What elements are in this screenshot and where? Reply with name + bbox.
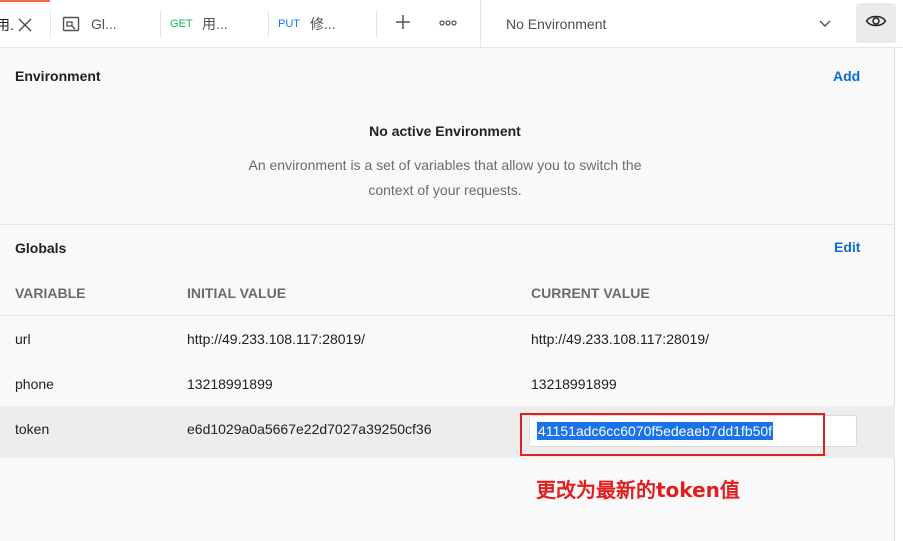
environment-icon [62,15,80,33]
tab-put-request[interactable]: PUT 修... [268,0,376,47]
environment-section-title: Environment [15,68,101,84]
method-badge-get: GET [170,17,193,30]
close-icon[interactable] [16,16,34,34]
tab-label: 用. [0,16,14,33]
globals-section-title: Globals [15,240,67,256]
current-value[interactable]: 13218991899 [531,376,617,392]
variable-name: token [15,421,50,437]
variable-name: url [15,331,31,347]
table-row: url http://49.233.108.117:28019/ http://… [0,316,895,361]
edit-globals-button[interactable]: Edit [834,239,860,255]
tab-label: 修... [310,15,336,32]
initial-value: 13218991899 [187,376,273,392]
chevron-down-icon [818,16,832,30]
empty-state-heading: No active Environment [369,123,521,139]
column-header-variable: VARIABLE [15,285,86,301]
new-tab-button[interactable] [388,11,418,37]
section-divider [0,224,895,225]
tab-globals[interactable]: Gl... [50,0,160,47]
column-header-initial-value: INITIAL VALUE [187,285,287,301]
plus-icon [394,13,412,36]
more-tabs-button[interactable] [433,11,463,37]
more-icon [438,15,458,33]
tab-label: 用... [202,15,228,32]
table-row: phone 13218991899 13218991899 [0,361,895,406]
empty-state-line: An environment is a set of variables tha… [248,157,642,173]
empty-state-description: An environment is a set of variables tha… [215,153,675,203]
initial-value: e6d1029a0a5667e22d7027a39250cf36 [187,421,432,437]
annotation-note: 更改为最新的token值 [536,478,740,502]
add-environment-button[interactable]: Add [833,68,860,84]
empty-state-line: context of your requests. [368,182,522,198]
tab-label: Gl... [91,15,117,32]
current-value[interactable]: http://49.233.108.117:28019/ [531,331,709,347]
tab-active-request[interactable]: 用. [0,0,50,47]
environment-quick-look-button[interactable] [856,3,896,43]
eye-icon [865,13,887,34]
initial-value: http://49.233.108.117:28019/ [187,331,366,347]
tab-bar: 用. Gl... GET 用... PUT 修... No Environmen… [0,0,903,48]
environment-selector-value: No Environment [506,15,607,32]
variable-name: phone [15,376,54,392]
annotation-highlight-box [520,413,825,456]
column-header-current-value: CURRENT VALUE [531,285,650,301]
tab-divider [376,10,377,38]
environment-quick-look-panel: Environment Add No active Environment An… [0,48,895,541]
environment-selector[interactable]: No Environment [480,0,844,47]
tab-get-request[interactable]: GET 用... [160,0,268,47]
method-badge-put: PUT [278,17,300,30]
